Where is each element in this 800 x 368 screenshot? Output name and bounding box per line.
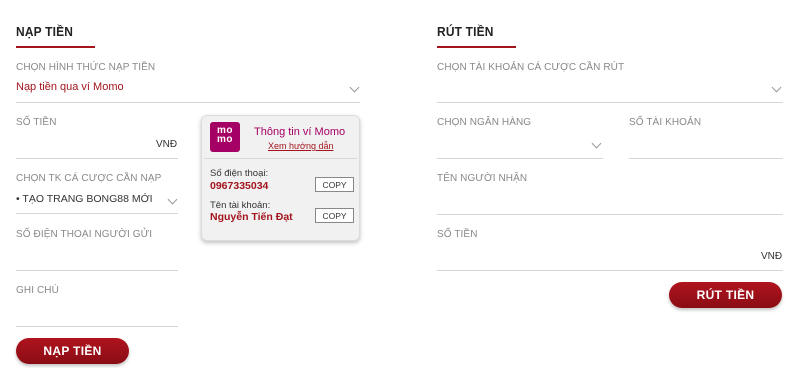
withdraw-amount-input[interactable] xyxy=(437,270,783,271)
momo-phone-value: 0967335034 xyxy=(210,180,269,192)
chevron-down-icon[interactable] xyxy=(167,194,178,205)
withdraw-button[interactable]: RÚT TIỀN xyxy=(669,282,782,308)
copy-phone-button[interactable]: COPY xyxy=(315,177,354,192)
withdraw-account-label: CHỌN TÀI KHOẢN CÁ CƯỢC CẦN RÚT xyxy=(437,62,625,73)
deposit-account-select[interactable]: • TẠO TRANG BONG88 MỚI xyxy=(16,193,153,205)
momo-name-label: Tên tài khoản: xyxy=(210,200,271,211)
deposit-title-underline xyxy=(16,46,95,48)
deposit-amount-input[interactable] xyxy=(16,158,178,159)
copy-name-button[interactable]: COPY xyxy=(315,208,354,223)
note-input[interactable] xyxy=(16,326,178,327)
receiver-name-input[interactable] xyxy=(437,214,783,215)
note-label: GHI CHÚ xyxy=(16,285,59,296)
bank-select[interactable] xyxy=(437,158,603,159)
momo-phone-label: Số điện thoại: xyxy=(210,168,269,179)
deposit-account-underline xyxy=(16,213,178,214)
withdraw-amount-unit: VNĐ xyxy=(761,251,783,262)
account-number-label: SỐ TÀI KHOẢN xyxy=(629,117,702,128)
momo-guide-link[interactable]: Xem hướng dẫn xyxy=(268,141,333,151)
momo-card-title: Thông tin ví Momo xyxy=(254,126,346,138)
bank-label: CHỌN NGÂN HÀNG xyxy=(437,117,532,128)
account-number-input[interactable] xyxy=(629,158,783,159)
chevron-down-icon[interactable] xyxy=(349,82,360,93)
deposit-amount-label: SỐ TIỀN xyxy=(16,117,57,128)
withdraw-account-select[interactable] xyxy=(437,102,783,103)
sender-phone-input[interactable] xyxy=(16,270,178,271)
deposit-title: NẠP TIỀN xyxy=(16,24,74,39)
deposit-amount-unit: VNĐ xyxy=(156,139,178,150)
momo-name-value: Nguyễn Tiến Đạt xyxy=(210,211,293,223)
deposit-method-underline xyxy=(16,102,360,103)
withdraw-title: RÚT TIỀN xyxy=(437,24,494,39)
deposit-method-label: CHỌN HÌNH THỨC NẠP TIỀN xyxy=(16,62,156,73)
deposit-account-label: CHỌN TK CÁ CƯỢC CẦN NẠP xyxy=(16,173,162,184)
momo-divider xyxy=(204,158,357,159)
receiver-name-label: TÊN NGƯỜI NHẬN xyxy=(437,173,528,184)
withdraw-title-underline xyxy=(437,46,516,48)
withdraw-amount-label: SỐ TIỀN xyxy=(437,229,478,240)
chevron-down-icon[interactable] xyxy=(591,138,602,149)
chevron-down-icon[interactable] xyxy=(771,82,782,93)
deposit-method-select[interactable]: Nạp tiền qua ví Momo xyxy=(16,81,124,93)
momo-info-card: mo mo Thông tin ví Momo Xem hướng dẫn Số… xyxy=(201,115,360,241)
momo-logo-icon: mo mo xyxy=(210,122,240,152)
deposit-button[interactable]: NẠP TIỀN xyxy=(16,338,129,364)
sender-phone-label: SỐ ĐIỆN THOẠI NGƯỜI GỬI xyxy=(16,229,153,240)
